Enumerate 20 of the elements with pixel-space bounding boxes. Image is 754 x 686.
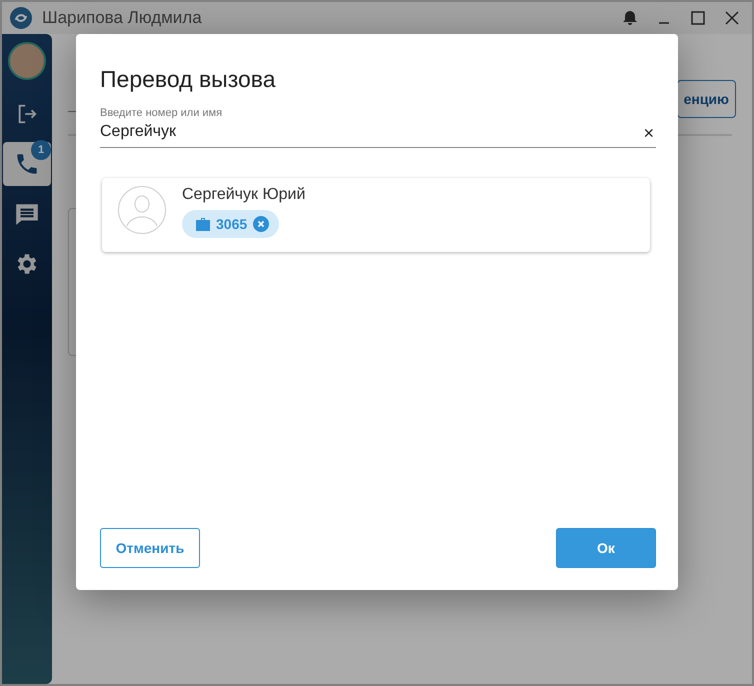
briefcase-icon (196, 218, 210, 230)
phone-chip[interactable]: 3065 (182, 210, 280, 238)
logout-icon (16, 103, 38, 125)
avatar[interactable] (8, 42, 46, 80)
contact-name: Сергейчук Юрий (182, 186, 306, 204)
close-icon[interactable] (725, 11, 739, 25)
conference-button[interactable]: енцию (676, 80, 736, 118)
person-icon (118, 186, 166, 234)
maximize-icon[interactable] (691, 11, 705, 25)
window-title: Шарипова Людмила (42, 8, 203, 28)
count-badge: 1 (31, 140, 51, 160)
logo-icon (10, 7, 32, 29)
clear-button[interactable]: × (641, 122, 656, 144)
ok-button[interactable]: Ок (556, 528, 656, 568)
contact-card[interactable]: Сергейчук Юрий 3065 (102, 178, 650, 252)
dialog-title: Перевод вызова (100, 66, 277, 93)
sidebar-item[interactable]: 1 (3, 142, 51, 186)
remove-icon[interactable] (253, 216, 270, 232)
alarm-bell-icon[interactable] (622, 10, 638, 26)
cancel-button[interactable]: Отменить (100, 528, 200, 568)
